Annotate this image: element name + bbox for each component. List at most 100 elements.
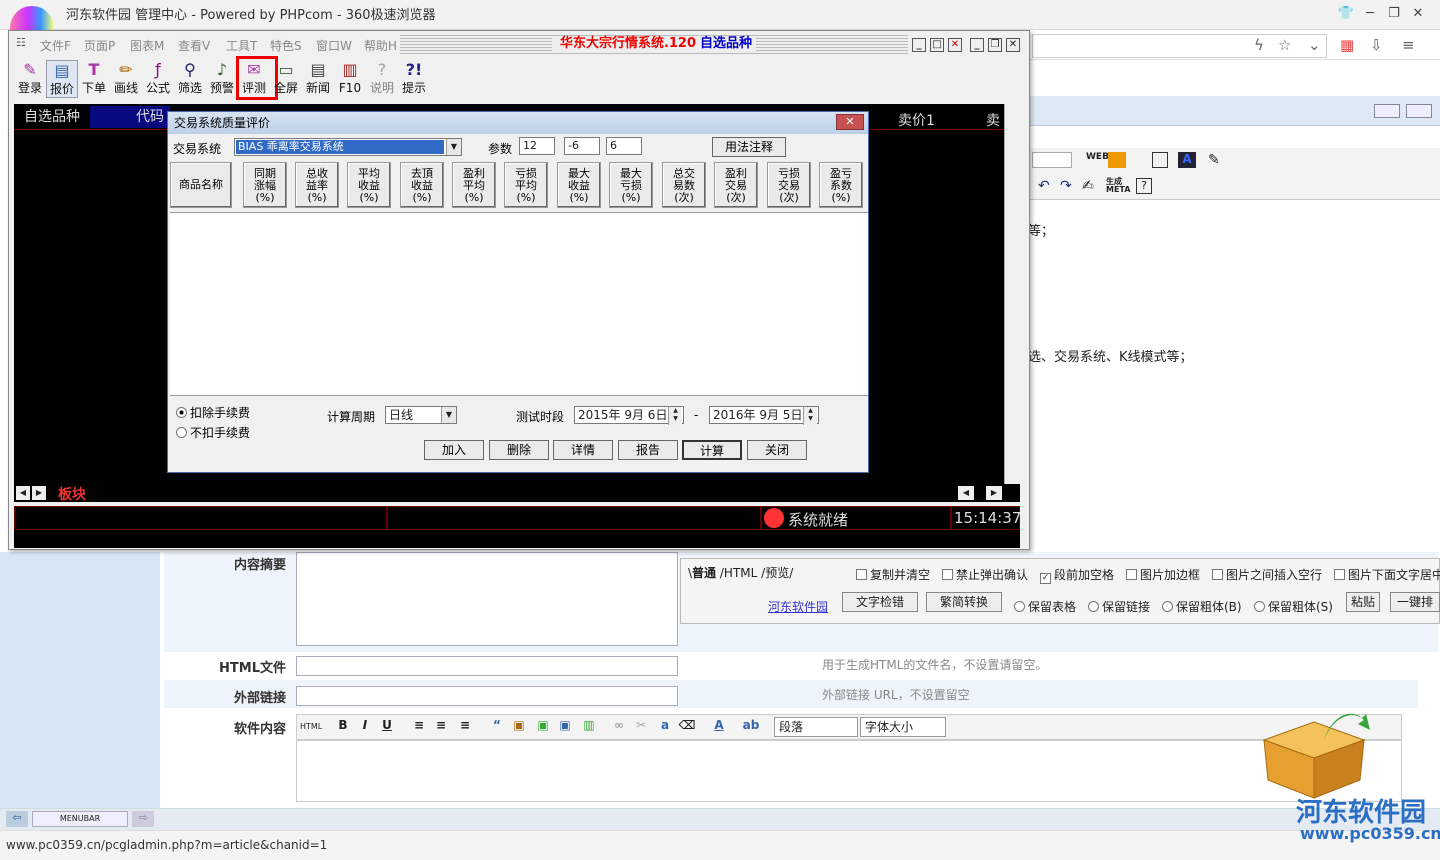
result-list[interactable] — [170, 212, 868, 396]
shirt-skin-icon[interactable]: 👕 — [1336, 6, 1356, 24]
hscroll-right-icon[interactable]: ▶ — [986, 486, 1002, 500]
app-minimize-icon[interactable]: _ — [970, 38, 984, 52]
align-center-icon[interactable]: ≡ — [432, 718, 450, 736]
site-link[interactable]: 河东软件园 — [768, 598, 828, 615]
redo-icon[interactable]: ↷ — [1060, 178, 1072, 194]
check-image-spacing[interactable]: 图片之间插入空行 — [1212, 566, 1322, 583]
editor-mode-tabs[interactable]: \普通 /HTML /预览/ — [688, 564, 793, 581]
details-button[interactable]: 详情 — [553, 440, 613, 460]
tab-html[interactable]: HTML — [724, 566, 757, 580]
keep-table-option[interactable]: 保留表格 — [1014, 598, 1076, 615]
font-color-icon[interactable]: A — [1178, 152, 1196, 168]
toolbar-login[interactable]: ✎ 登录 — [14, 60, 46, 98]
toolbar-news[interactable]: ▤ 新闻 — [302, 60, 334, 98]
apps-grid-icon[interactable]: ▦ — [1340, 36, 1354, 54]
param-input-1[interactable]: 12 — [519, 137, 555, 155]
header-ask1[interactable]: 卖价1 — [898, 110, 935, 130]
param-input-3[interactable]: 6 — [606, 137, 642, 155]
summary-textarea[interactable] — [296, 552, 678, 646]
add-button[interactable]: 加入 — [424, 440, 484, 460]
align-left-icon[interactable]: ≡ — [410, 718, 428, 736]
menu-view[interactable]: 查看V — [178, 37, 210, 54]
toolbar-filter[interactable]: ⚲ 筛选 — [174, 60, 206, 98]
app-menu-icon[interactable]: ☷ — [16, 36, 26, 49]
column-header[interactable]: 盈利 平均 (%) — [452, 162, 496, 208]
quote-icon[interactable]: “ — [488, 718, 506, 736]
header-ask[interactable]: 卖 — [986, 110, 1000, 130]
toolbar-help[interactable]: ? 说明 — [366, 60, 398, 98]
panel-minimize-icon[interactable] — [1374, 104, 1400, 118]
keep-bold-b-option[interactable]: 保留粗体(B) — [1162, 598, 1242, 615]
app-restore-icon[interactable]: ❐ — [988, 38, 1002, 52]
tab-preview[interactable]: 预览 — [765, 566, 789, 580]
menu-window[interactable]: 窗口W — [316, 37, 352, 54]
toolbar-tips[interactable]: ?! 提示 — [398, 60, 430, 98]
column-header[interactable]: 总收 益率 (%) — [295, 162, 339, 208]
toolbar-formula[interactable]: ƒ 公式 — [142, 60, 174, 98]
check-indent[interactable]: ✓ 段前加空格 — [1040, 566, 1114, 584]
forward-icon[interactable]: ⇨ — [132, 811, 154, 827]
restore-icon[interactable]: ❐ — [1384, 6, 1404, 24]
font-select[interactable] — [1032, 152, 1072, 168]
text-check-button[interactable]: 文字检错 — [842, 592, 918, 612]
underline-icon[interactable]: U — [378, 718, 396, 736]
column-header[interactable]: 亏损 交易 (次) — [767, 162, 811, 208]
image-icon[interactable] — [1108, 152, 1126, 168]
tab-sector[interactable]: 板块 — [58, 484, 86, 504]
bold-icon[interactable]: B — [334, 718, 352, 736]
edit-icon[interactable]: ✍ — [1082, 178, 1094, 194]
unlink-icon[interactable]: ✂ — [632, 718, 650, 736]
column-header[interactable]: 最大 收益 (%) — [557, 162, 601, 208]
help-icon[interactable]: ? — [1136, 178, 1152, 194]
system-dropdown-icon[interactable]: ▼ — [446, 139, 461, 155]
insert-flash-icon[interactable]: ▥ — [580, 718, 598, 736]
close-icon[interactable]: ✕ — [1408, 6, 1428, 24]
hscroll-left-icon[interactable]: ◀ — [958, 486, 974, 500]
minimize-icon[interactable]: ─ — [1360, 6, 1380, 24]
italic-icon[interactable]: I — [356, 718, 374, 736]
external-link-input[interactable] — [296, 686, 678, 706]
column-header[interactable]: 最大 亏损 (%) — [609, 162, 653, 208]
toolbar-fullscreen[interactable]: ▭ 全屏 — [270, 60, 302, 98]
param-input-2[interactable]: -6 — [564, 137, 600, 155]
html-file-input[interactable] — [296, 656, 678, 676]
menu-special[interactable]: 特色S — [270, 37, 302, 54]
column-header[interactable]: 平均 收益 (%) — [347, 162, 391, 208]
column-header[interactable]: 盈亏 系数 (%) — [819, 162, 863, 208]
anchor-icon[interactable]: a — [656, 718, 674, 736]
lightning-icon[interactable]: ϟ — [1254, 36, 1264, 54]
column-header[interactable]: 去頂 收益 (%) — [400, 162, 444, 208]
mdi-minimize-icon[interactable]: _ — [912, 38, 926, 52]
check-caption-center[interactable]: 图片下面文字居中 — [1334, 566, 1440, 583]
column-header[interactable]: 同期 涨幅 (%) — [243, 162, 287, 208]
quote-vertical-scrollbar[interactable] — [1004, 104, 1020, 486]
period-dropdown-icon[interactable]: ▼ — [441, 407, 456, 423]
tab-favorites[interactable]: 自选品种 — [18, 106, 90, 128]
calculate-button[interactable]: 计算 — [682, 440, 742, 460]
link-icon[interactable]: ∞ — [610, 718, 628, 736]
dialog-close-icon[interactable]: ✕ — [836, 114, 864, 130]
check-copy-clear[interactable]: 复制并清空 — [856, 566, 930, 583]
mdi-close-icon[interactable]: ✕ — [948, 38, 962, 52]
insert-media-icon[interactable]: ▣ — [556, 718, 574, 736]
font-size-select[interactable]: 字体大小 — [860, 717, 946, 737]
background-color-icon[interactable]: ab — [742, 718, 760, 736]
tab-prev-icon[interactable]: ◀ — [16, 486, 30, 500]
download-icon[interactable]: ⇩ — [1370, 36, 1383, 54]
highlight-icon[interactable]: ✎ — [1208, 152, 1220, 168]
menu-page[interactable]: 页面P — [84, 37, 115, 54]
app-close-icon[interactable]: ✕ — [1006, 38, 1020, 52]
toolbar-quote[interactable]: ▤ 报价 — [46, 60, 78, 98]
web-icon[interactable]: WEB — [1086, 152, 1109, 168]
check-no-popup[interactable]: 禁止弹出确认 — [942, 566, 1028, 583]
insert-image-icon[interactable]: ▣ — [510, 718, 528, 736]
content-editor-area[interactable] — [296, 740, 1402, 802]
text-color-icon[interactable]: A — [710, 718, 728, 736]
start-date-spin-icon[interactable]: ▲ ▼ — [668, 407, 682, 425]
chevron-down-icon[interactable]: ⌄ — [1308, 36, 1321, 54]
eraser-icon[interactable]: ⌫ — [678, 718, 696, 736]
header-code[interactable]: 代码 — [90, 106, 170, 128]
panel-restore-icon[interactable] — [1406, 104, 1432, 118]
toolbar-f10[interactable]: ▥ F10 — [334, 60, 366, 98]
back-icon[interactable]: ⇦ — [6, 811, 28, 827]
